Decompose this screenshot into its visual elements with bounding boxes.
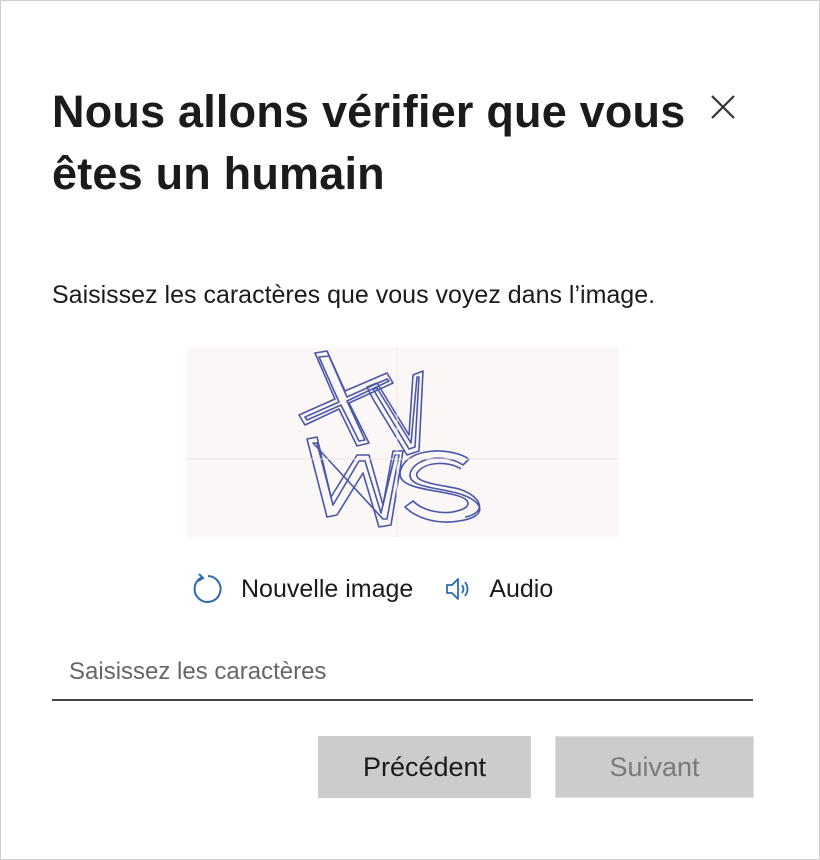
instruction-text: Saisissez les caractères que vous voyez … [52, 281, 656, 309]
captcha-actions: Nouvelle image Audio [191, 567, 553, 611]
speaker-icon [445, 576, 471, 602]
audio-label: Audio [489, 574, 554, 603]
captcha-distorted-characters [187, 347, 619, 537]
new-image-label: Nouvelle image [241, 574, 414, 603]
close-icon [711, 95, 735, 119]
captcha-input[interactable] [52, 645, 753, 701]
audio-button[interactable]: Audio [445, 575, 553, 604]
close-button[interactable] [705, 89, 741, 125]
new-image-button[interactable]: Nouvelle image [191, 572, 413, 606]
previous-button[interactable]: Précédent [318, 736, 531, 798]
captcha-image [187, 347, 619, 537]
dialog-title: Nous allons vérifier que vous êtes un hu… [52, 86, 686, 199]
captcha-dialog: Nous allons vérifier que vous êtes un hu… [0, 0, 820, 860]
next-button[interactable]: Suivant [555, 736, 754, 798]
refresh-icon [191, 572, 225, 606]
